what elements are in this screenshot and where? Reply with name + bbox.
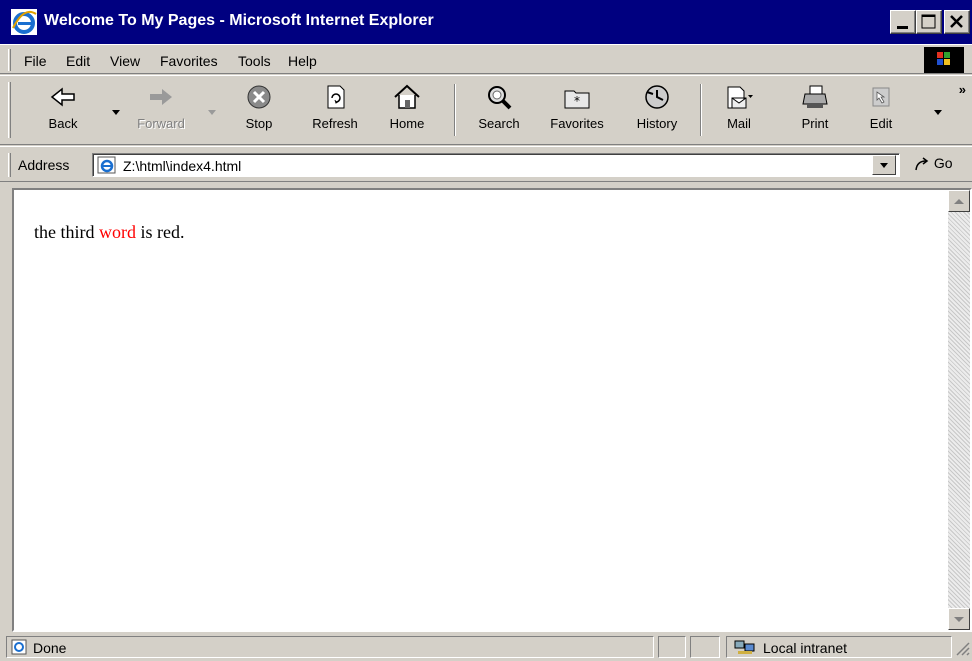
address-url: Z:\html\index4.html <box>123 158 242 174</box>
toolbar-grip[interactable] <box>8 82 11 138</box>
stop-icon <box>247 85 271 109</box>
status-pane <box>690 636 720 658</box>
forward-arrow-icon <box>150 89 172 105</box>
refresh-icon <box>327 85 345 109</box>
edit-button[interactable]: Edit <box>846 84 916 140</box>
window-title: Welcome To My Pages - Microsoft Internet… <box>44 12 434 29</box>
close-icon <box>950 15 963 28</box>
menu-edit[interactable]: Edit <box>66 53 90 69</box>
address-label: Address <box>18 157 70 173</box>
address-bar: Address Z:\html\index4.html Go <box>0 146 972 182</box>
search-button[interactable]: Search <box>464 84 534 140</box>
windows-logo-icon <box>924 47 964 73</box>
forward-label: Forward <box>137 116 185 131</box>
scroll-up-button[interactable] <box>948 190 970 212</box>
edit-icon <box>872 87 890 107</box>
toolbar-overflow-icon[interactable]: » <box>959 82 966 97</box>
browser-window: Welcome To My Pages - Microsoft Internet… <box>0 0 972 661</box>
page-icon <box>97 156 116 174</box>
stop-label: Stop <box>245 116 273 131</box>
go-button[interactable]: Go <box>914 155 953 172</box>
edit-dropdown-icon[interactable] <box>934 110 943 116</box>
address-input[interactable]: Z:\html\index4.html <box>92 153 900 177</box>
history-icon <box>645 85 669 109</box>
history-label: History <box>636 116 678 131</box>
edit-label: Edit <box>869 116 893 131</box>
minimize-button[interactable] <box>890 10 916 34</box>
address-bar-grip[interactable] <box>8 153 11 177</box>
close-button[interactable] <box>944 10 970 34</box>
print-button[interactable]: Print <box>780 84 850 140</box>
address-dropdown-button[interactable] <box>872 155 896 175</box>
forward-dropdown-icon[interactable] <box>208 110 217 116</box>
home-label: Home <box>389 116 425 131</box>
maximize-icon <box>921 14 936 29</box>
scroll-down-button[interactable] <box>948 608 970 630</box>
security-zone-pane[interactable]: Local intranet <box>726 636 952 658</box>
status-text: Done <box>33 640 67 656</box>
page-content: the third word is red. <box>12 188 972 632</box>
forward-button[interactable]: Forward <box>126 84 196 140</box>
svg-text:*: * <box>574 94 580 108</box>
status-main-pane: Done <box>6 636 654 658</box>
toolbar-separator <box>700 84 702 136</box>
favorites-label: Favorites <box>550 116 604 131</box>
maximize-button[interactable] <box>916 10 942 34</box>
menu-favorites[interactable]: Favorites <box>160 53 218 69</box>
menu-view[interactable]: View <box>110 53 140 69</box>
favorites-button[interactable]: * Favorites <box>542 84 612 140</box>
search-icon <box>488 86 512 110</box>
title-bar[interactable]: Welcome To My Pages - Microsoft Internet… <box>0 0 972 44</box>
refresh-label: Refresh <box>312 116 358 131</box>
zone-text: Local intranet <box>763 640 848 656</box>
back-arrow-icon <box>50 87 75 107</box>
home-icon <box>394 84 420 109</box>
red-word: word <box>99 222 136 242</box>
menu-bar: File Edit View Favorites Tools Help <box>0 44 972 74</box>
stop-button[interactable]: Stop <box>224 84 294 140</box>
page-text: the third word is red. <box>34 222 185 243</box>
menu-bar-grip[interactable] <box>8 49 11 71</box>
print-icon <box>802 85 828 108</box>
favorites-icon: * <box>564 90 590 109</box>
back-button[interactable]: Back <box>28 84 98 140</box>
search-label: Search <box>478 116 520 131</box>
mail-label: Mail <box>727 116 751 131</box>
menu-file[interactable]: File <box>24 53 47 69</box>
mail-icon <box>727 86 753 109</box>
resize-grip-icon[interactable] <box>954 640 970 656</box>
page-status-icon <box>11 639 27 655</box>
chevron-down-icon <box>880 163 888 168</box>
internet-explorer-icon <box>11 9 37 35</box>
menu-tools[interactable]: Tools <box>238 53 271 69</box>
history-button[interactable]: History <box>622 84 692 140</box>
print-label: Print <box>801 116 829 131</box>
toolbar-separator <box>454 84 456 136</box>
menu-help[interactable]: Help <box>288 53 317 69</box>
go-label: Go <box>933 155 953 171</box>
scroll-up-icon <box>954 199 964 204</box>
local-intranet-icon <box>734 640 755 654</box>
mail-button[interactable]: Mail <box>704 84 774 140</box>
standard-toolbar: Back Forward Stop Refresh Home Search * … <box>0 75 972 145</box>
go-arrow-icon <box>915 157 929 171</box>
status-bar: Done Local intranet <box>0 634 972 661</box>
text-after: is red. <box>136 222 185 242</box>
text-before: the third <box>34 222 99 242</box>
home-button[interactable]: Home <box>372 84 442 140</box>
back-dropdown-icon[interactable] <box>112 110 121 116</box>
back-label: Back <box>48 116 78 131</box>
refresh-button[interactable]: Refresh <box>300 84 370 140</box>
minimize-icon <box>897 26 908 29</box>
status-pane <box>658 636 686 658</box>
vertical-scrollbar[interactable] <box>948 190 970 630</box>
scroll-down-icon <box>954 617 964 622</box>
